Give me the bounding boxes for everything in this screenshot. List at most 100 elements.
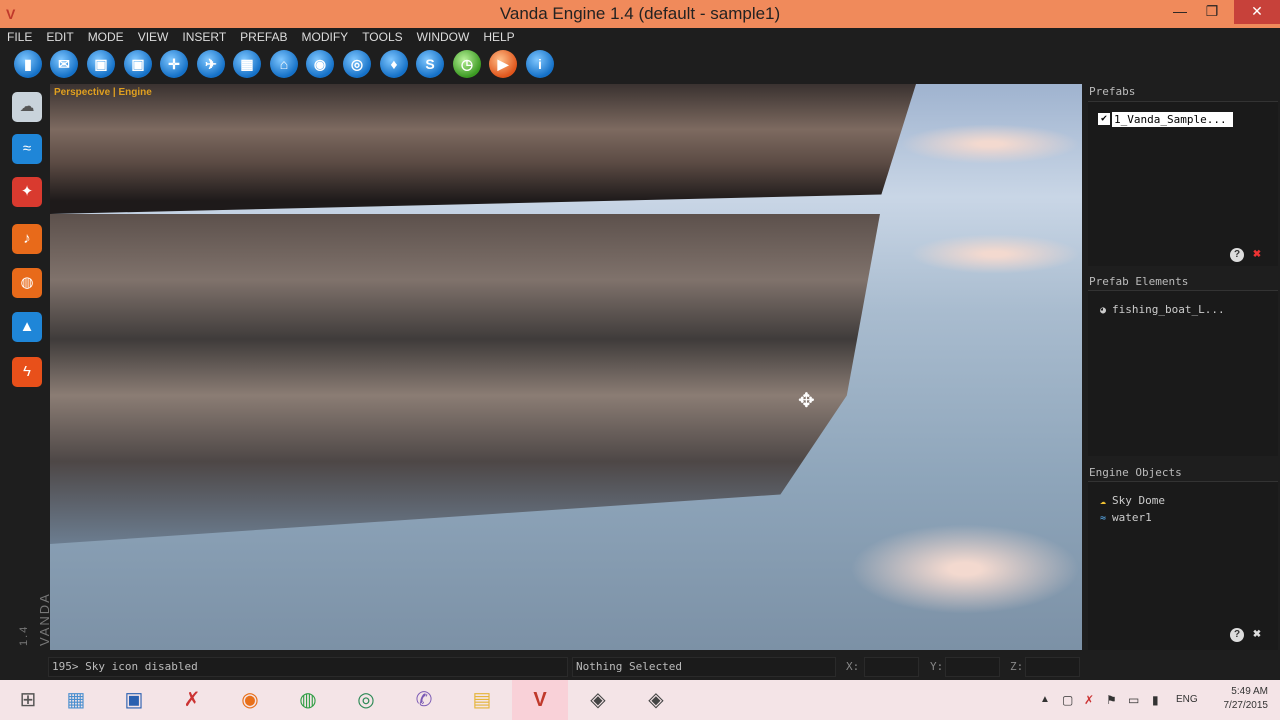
cloud-reflection (850, 524, 1080, 614)
script-icon[interactable]: S (416, 50, 444, 78)
water-object-icon: ≈ (1100, 513, 1107, 524)
menu-prefab[interactable]: PREFAB (233, 29, 294, 45)
taskbar: ⊞ ▦ ▣ ✗ ◉ ◍ ◎ ✆ ▤ V ◈ ◈ ▲ ▢ ✗ ⚑ ▭ ▮ ENG … (0, 680, 1280, 720)
version-label: 1.4 VANDA (4, 564, 52, 646)
grid-icon[interactable]: ▦ (233, 50, 261, 78)
menu-window[interactable]: WINDOW (410, 29, 477, 45)
trigger-icon[interactable]: ▲ (12, 312, 42, 342)
prefabs-header: Prefabs (1089, 85, 1136, 98)
minimize-button[interactable]: — (1162, 0, 1198, 24)
fly-icon[interactable]: ✈ (197, 50, 225, 78)
light-icon[interactable]: ✦ (12, 177, 42, 207)
timer-icon[interactable]: ◷ (453, 50, 481, 78)
language-indicator[interactable]: ENG (1176, 680, 1198, 720)
toolbar: ▮ ✉ ▣ ▣ ✛ ✈ ▦ ⌂ ◉ ◎ ♦ S ◷ ▶ i (0, 44, 1280, 84)
title-bar: V Vanda Engine 1.4 (default - sample1) —… (0, 0, 1280, 28)
z-field[interactable] (1025, 657, 1080, 677)
menu-view[interactable]: VIEW (131, 29, 176, 45)
open-icon[interactable]: ✉ (50, 50, 78, 78)
x-label: X: (846, 660, 860, 673)
water-tool-icon[interactable]: ≈ (12, 134, 42, 164)
menu-insert[interactable]: INSERT (175, 29, 233, 45)
element-name: fishing_boat_L... (1112, 303, 1225, 316)
y-label: Y: (930, 660, 944, 673)
scene-viewport[interactable]: Perspective | Engine ✥ (50, 84, 1082, 650)
save-as-icon[interactable]: ▣ (124, 50, 152, 78)
cloud (900, 124, 1080, 164)
prefabs-section: Prefabs ✔ 1_Vanda_Sample... ? ✖ (1086, 84, 1280, 266)
target-icon[interactable]: ◉ (306, 50, 334, 78)
viewport-label: Perspective | Engine (54, 87, 152, 98)
new-icon[interactable]: ▮ (14, 50, 42, 78)
network-icon[interactable]: ▣ (106, 680, 162, 720)
camera-icon[interactable]: ◎ (343, 50, 371, 78)
save-icon[interactable]: ▣ (87, 50, 115, 78)
play-icon[interactable]: ▶ (489, 50, 517, 78)
version-number: 1.4 (18, 624, 30, 646)
menu-mode[interactable]: MODE (81, 29, 131, 45)
chrome-icon[interactable]: ◍ (280, 680, 336, 720)
game-icon-2[interactable]: ◈ (628, 680, 684, 720)
tray-antivirus-icon[interactable]: ✗ (1084, 680, 1094, 720)
menu-edit[interactable]: EDIT (39, 29, 80, 45)
system-clock[interactable]: 5:49 AM 7/27/2015 (1224, 685, 1269, 713)
explorer-icon[interactable]: ▤ (454, 680, 510, 720)
left-toolbox: ☁ ≈ ✦ ♪ ◍ ▲ ϟ 1.4 VANDA (0, 84, 52, 650)
object-actions: ? ✖ (1224, 626, 1264, 642)
restore-button[interactable]: ❐ (1194, 0, 1230, 24)
cloud-reflection (910, 234, 1080, 274)
list-item[interactable]: ☁ Sky Dome (1088, 492, 1278, 509)
engine-objects-section: Engine Objects ☁ Sky Dome ≈ water1 ? ✖ (1086, 464, 1280, 650)
list-item[interactable]: ≈ water1 (1088, 509, 1278, 526)
prefab-name: 1_Vanda_Sample... (1112, 111, 1233, 127)
network-tray-icon[interactable]: ▭ (1128, 680, 1139, 720)
ship-hull-reflection (50, 214, 880, 544)
z-label: Z: (1010, 660, 1024, 673)
vanda-icon[interactable]: V (512, 680, 568, 720)
globe-icon[interactable]: ◎ (338, 680, 394, 720)
menu-bar: FILE EDIT MODE VIEW INSERT PREFAB MODIFY TOOLS W… (0, 28, 1280, 44)
mesh-icon: ◕ (1100, 305, 1107, 316)
xmind-icon[interactable]: ✗ (164, 680, 220, 720)
home-icon[interactable]: ⌂ (270, 50, 298, 78)
sky-icon[interactable]: ☁ (12, 92, 42, 122)
viber-icon[interactable]: ✆ (396, 680, 452, 720)
engine-objects-header: Engine Objects (1089, 466, 1182, 479)
flag-icon[interactable]: ⚑ (1106, 680, 1117, 720)
game-icon-1[interactable]: ◈ (570, 680, 626, 720)
prefab-checkbox[interactable]: ✔ (1098, 113, 1110, 125)
signal-icon[interactable]: ▮ (1152, 680, 1159, 720)
firefox-icon[interactable]: ◉ (222, 680, 278, 720)
right-panel: Prefabs ✔ 1_Vanda_Sample... ? ✖ Prefab Ele… (1086, 84, 1280, 650)
tray-arrow-icon[interactable]: ▲ (1040, 680, 1050, 720)
list-item[interactable]: ✔ 1_Vanda_Sample... (1088, 110, 1278, 127)
close-button[interactable]: ✕ (1234, 0, 1280, 24)
sky-dome-icon: ☁ (1100, 496, 1107, 507)
list-item[interactable]: ◕ fishing_boat_L... (1088, 301, 1278, 318)
delete-icon[interactable]: ✖ (1250, 248, 1264, 262)
help-icon[interactable]: ? (1230, 628, 1244, 642)
object-name: Sky Dome (1112, 494, 1165, 507)
calculator-icon[interactable]: ▦ (48, 680, 104, 720)
ship-hull (50, 84, 916, 214)
menu-help[interactable]: HELP (476, 29, 521, 45)
info-icon[interactable]: i (526, 50, 554, 78)
clock-date: 7/27/2015 (1223, 700, 1269, 711)
sound-icon[interactable]: ♪ (12, 224, 42, 254)
x-field[interactable] (864, 657, 919, 677)
physics-icon[interactable]: ϟ (12, 357, 42, 387)
console-output: 195> Sky icon disabled (48, 657, 568, 677)
ambient-sound-icon[interactable]: ◍ (12, 268, 42, 298)
tray-app-icon[interactable]: ▢ (1062, 680, 1073, 720)
prefab-actions: ? ✖ (1224, 246, 1264, 262)
prefab-elements-header: Prefab Elements (1089, 275, 1189, 288)
menu-tools[interactable]: TOOLS (355, 29, 409, 45)
prefab-elements-list: ◕ fishing_boat_L... (1088, 290, 1278, 456)
y-field[interactable] (945, 657, 1000, 677)
water-icon[interactable]: ♦ (380, 50, 408, 78)
move-icon[interactable]: ✛ (160, 50, 188, 78)
delete-icon[interactable]: ✖ (1250, 628, 1264, 642)
menu-file[interactable]: FILE (0, 29, 39, 45)
help-icon[interactable]: ? (1230, 248, 1244, 262)
menu-modify[interactable]: MODIFY (295, 29, 356, 45)
